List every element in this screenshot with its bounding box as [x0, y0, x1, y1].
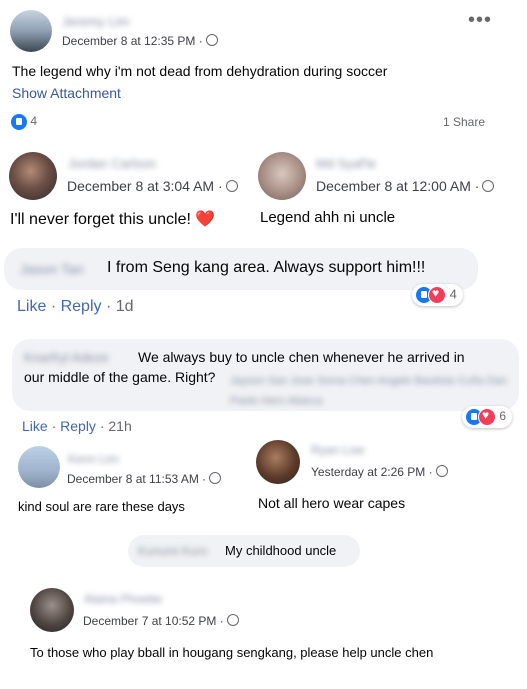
comment-time[interactable]: Yesterday at 2:26 PM · — [311, 465, 448, 479]
avatar[interactable] — [256, 440, 300, 484]
comment-text: Not all hero wear capes — [258, 495, 406, 511]
comment-text-body: I'll never forget this uncle! — [10, 211, 191, 228]
reaction-count: 6 — [499, 409, 507, 424]
love-icon — [428, 286, 446, 304]
comment-author[interactable]: Alaina Phoebe — [84, 592, 162, 606]
comment-age: · 1d — [105, 298, 134, 315]
comment-author[interactable]: Md Syaf'ie — [316, 156, 376, 171]
comment-text: To those who play bball in hougang sengk… — [30, 645, 434, 660]
comment-time-text: Yesterday at 2:26 PM · — [311, 465, 433, 479]
comment-time-text: December 8 at 3:04 AM · — [67, 178, 223, 194]
comment-text: I'll never forget this uncle! ❤️ — [10, 209, 215, 229]
avatar[interactable] — [30, 588, 74, 632]
comment-time-text: December 8 at 11:53 AM · — [67, 472, 207, 486]
comment-author[interactable]: Ryan Low — [311, 443, 364, 457]
like-icon — [11, 114, 27, 130]
separator: · — [51, 418, 61, 434]
post-time[interactable]: December 8 at 12:35 PM · — [62, 34, 218, 48]
like-button[interactable]: Like — [22, 418, 48, 434]
globe-icon — [225, 180, 238, 192]
reply-button[interactable]: Reply — [61, 298, 102, 315]
comment-text: Legend ahh ni uncle — [260, 209, 396, 226]
post-author[interactable]: Jeremy Lim — [62, 14, 129, 29]
globe-icon — [209, 472, 222, 484]
globe-icon — [482, 180, 495, 192]
post-likes[interactable]: 4 — [11, 114, 37, 130]
love-icon — [478, 408, 496, 426]
comment-time-text: December 7 at 10:52 PM · — [83, 614, 224, 628]
comment-text: I from Seng kang area. Always support hi… — [107, 259, 426, 276]
comment-text: My childhood uncle — [225, 543, 337, 558]
globe-icon — [205, 34, 218, 46]
comment-author[interactable]: Kenn Lim — [68, 452, 119, 466]
heart-emoji-icon: ❤️ — [195, 211, 216, 228]
reaction-count: 4 — [449, 286, 457, 302]
avatar[interactable] — [9, 152, 57, 200]
like-button[interactable]: Like — [17, 298, 46, 315]
avatar[interactable] — [10, 10, 52, 52]
comment-time[interactable]: December 7 at 10:52 PM · — [83, 614, 239, 628]
comment-age: · 21h — [99, 418, 132, 434]
post-text: The legend why i'm not dead from dehydra… — [12, 63, 388, 79]
comment-actions: Like · Reply · 21h — [22, 418, 132, 434]
comment-time[interactable]: December 8 at 3:04 AM · — [67, 178, 238, 194]
avatar[interactable] — [18, 446, 60, 488]
like-count: 4 — [30, 114, 38, 129]
avatar[interactable] — [258, 152, 306, 200]
comment-time[interactable]: December 8 at 12:00 AM · — [316, 178, 495, 194]
tagged-users[interactable]: Jayson San Jose Soma Chen Angelo Bautist… — [230, 371, 510, 411]
post-time-text: December 8 at 12:35 PM · — [62, 34, 203, 48]
comment-author[interactable]: Knarfryl Adeze — [24, 350, 109, 365]
reply-button[interactable]: Reply — [60, 418, 96, 434]
show-attachment-link[interactable]: Show Attachment — [12, 85, 121, 101]
comment-author[interactable]: Kunumi Kuro — [138, 544, 207, 558]
comment-actions: Like · Reply · 1d — [17, 298, 134, 316]
share-count[interactable]: 1 Share — [443, 115, 485, 129]
separator: · — [50, 298, 61, 315]
comment-text: kind soul are rare these days — [18, 499, 185, 514]
comment-reactions[interactable]: 4 — [412, 284, 463, 306]
comment-text-line1: We always buy to uncle chen whenever he … — [138, 349, 465, 365]
globe-icon — [435, 465, 448, 477]
comment-time-text: December 8 at 12:00 AM · — [316, 178, 480, 194]
comment-author[interactable]: Jason Tan — [20, 261, 84, 277]
more-options-button[interactable]: ••• — [468, 9, 492, 32]
globe-icon — [226, 614, 239, 626]
comment-author[interactable]: Jordan Carlson — [68, 156, 156, 171]
comment-time[interactable]: December 8 at 11:53 AM · — [67, 472, 222, 486]
comment-text-line2: our middle of the game. Right? — [24, 369, 216, 385]
comment-reactions[interactable]: 6 — [462, 406, 513, 428]
